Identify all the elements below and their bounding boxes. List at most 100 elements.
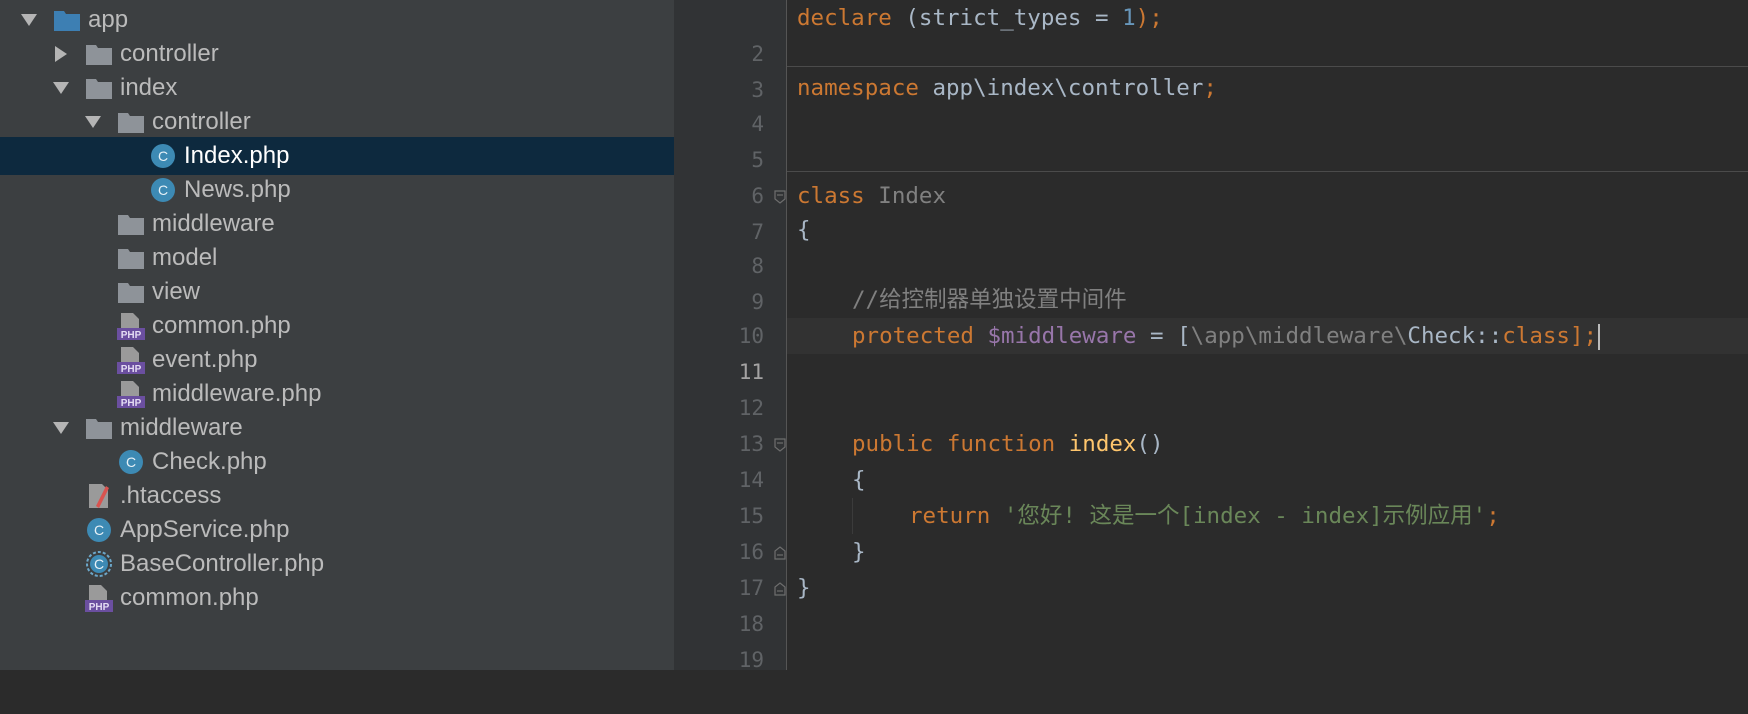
code-line: 7 class Index [751, 178, 1748, 244]
svg-text:C: C [94, 522, 104, 538]
code-text: () [1136, 431, 1164, 457]
tree-item-label: middleware [152, 210, 275, 237]
arrow-spacer [82, 349, 116, 371]
fold-end-icon[interactable] [774, 546, 786, 560]
line-number: 2 [751, 42, 764, 66]
code-line: 10 //给控制器单独设置中间件 [739, 282, 1748, 348]
comment: //给控制器单独设置中间件 [852, 287, 1127, 313]
tree-item[interactable]: model [0, 239, 674, 277]
keyword: public function [852, 431, 1056, 457]
folder-icon [84, 39, 114, 69]
keyword: declare [797, 5, 892, 31]
chevron-down-icon[interactable] [18, 9, 40, 31]
php-file-icon: PHP [84, 583, 114, 613]
php-class-icon: C [148, 141, 178, 171]
code-text: = [ [1136, 323, 1191, 349]
tree-item[interactable]: PHP common.php [0, 307, 674, 345]
code-line: 18 } [739, 570, 1748, 636]
keyword: return [909, 503, 991, 529]
tree-item[interactable]: PHP middleware.php [0, 375, 674, 413]
tree-item-label: common.php [152, 312, 291, 339]
tree-item-label: model [152, 244, 218, 271]
php-file-icon: PHP [116, 345, 146, 375]
keyword: class [797, 183, 865, 209]
tree-item-label: AppService.php [120, 516, 290, 543]
arrow-spacer [82, 213, 116, 235]
line-number: 12 [738, 396, 764, 420]
code-line: 17 } [739, 534, 1748, 600]
code-text: { [852, 467, 866, 493]
code-editor[interactable]: 2 declare (strict_types = 1); 3 4 namesp… [674, 0, 1748, 672]
tree-item-label: index [120, 74, 178, 101]
code-line: 5 [751, 106, 1748, 172]
line-number: 9 [751, 290, 764, 314]
chevron-right-icon[interactable] [50, 43, 72, 65]
tree-item[interactable]: PHP event.php [0, 341, 674, 379]
svg-text:C: C [158, 182, 168, 198]
ide-window: app controller index controller C Index.php C N… [0, 0, 1748, 672]
php-class-icon: C [116, 447, 146, 477]
tree-item[interactable]: view [0, 273, 674, 311]
code-line: 19 [739, 606, 1748, 672]
class-name: Check [1407, 323, 1476, 349]
php-class-icon: C [148, 175, 178, 205]
line-number: 15 [738, 504, 764, 528]
code-line: 15 { [739, 462, 1748, 528]
tree-item-label: .htaccess [120, 482, 222, 509]
svg-text:PHP: PHP [121, 364, 142, 374]
arrow-spacer [82, 383, 116, 405]
class-name: Index [864, 183, 947, 209]
line-number: 18 [738, 612, 764, 636]
chevron-down-icon[interactable] [50, 417, 72, 439]
code-line: 2 declare (strict_types = 1); [751, 0, 1748, 66]
code-line: 16 return '您好! 这是一个[index - index]示例应用'; [739, 498, 1748, 564]
folder-icon [116, 243, 146, 273]
punctuation: ); [1135, 5, 1163, 31]
line-number: 8 [751, 254, 764, 278]
code-area[interactable]: 2 declare (strict_types = 1); 3 4 namesp… [739, 0, 1748, 672]
tree-item-label: middleware.php [152, 380, 322, 407]
keyword: namespace [797, 75, 919, 101]
tree-item[interactable]: middleware [0, 205, 674, 243]
tree-item[interactable]: PHP common.php [0, 579, 674, 617]
arrow-spacer [82, 281, 116, 303]
punctuation: ; [1203, 75, 1217, 101]
fold-collapse-icon[interactable] [774, 438, 786, 452]
svg-text:C: C [126, 454, 136, 470]
function-name: index [1055, 431, 1137, 457]
tree-item[interactable]: C AppService.php [0, 511, 674, 549]
tree-item[interactable]: controller [0, 35, 674, 73]
punctuation: ; [1486, 503, 1500, 529]
arrow-spacer [114, 145, 148, 167]
code-line: 12 [739, 354, 1748, 420]
tree-item-label: News.php [184, 176, 291, 203]
htaccess-file-icon [84, 481, 114, 511]
tree-item[interactable]: C News.php [0, 171, 674, 209]
tree-item-label: BaseController.php [120, 550, 325, 577]
tree-item[interactable]: middleware [0, 409, 674, 447]
tree-item[interactable]: C Index.php [0, 137, 674, 175]
module-folder-icon [52, 5, 82, 35]
chevron-down-icon[interactable] [82, 111, 104, 133]
code-text: :: [1475, 323, 1503, 349]
tree-item-label: view [152, 278, 201, 305]
svg-text:C: C [158, 148, 168, 164]
fold-end-icon[interactable] [774, 582, 786, 596]
fold-collapse-icon[interactable] [774, 190, 786, 204]
arrow-spacer [50, 519, 84, 541]
code-text: { [797, 217, 811, 243]
tree-item[interactable]: C Check.php [0, 443, 674, 481]
project-tree[interactable]: app controller index controller C Index.php C N… [0, 0, 674, 670]
tree-item[interactable]: .htaccess [0, 477, 674, 515]
tree-item[interactable]: C BaseController.php [0, 545, 674, 583]
line-number: 19 [738, 648, 764, 672]
line-number: 10 [738, 324, 764, 348]
line-number: 4 [751, 112, 764, 136]
tree-item[interactable]: app [0, 1, 674, 39]
php-file-icon: PHP [116, 311, 146, 341]
tree-item[interactable]: controller [0, 103, 674, 141]
tree-item[interactable]: index [0, 69, 674, 107]
chevron-down-icon[interactable] [50, 77, 72, 99]
namespace-path: \app\middleware\ [1190, 323, 1408, 349]
arrow-spacer [82, 315, 116, 337]
